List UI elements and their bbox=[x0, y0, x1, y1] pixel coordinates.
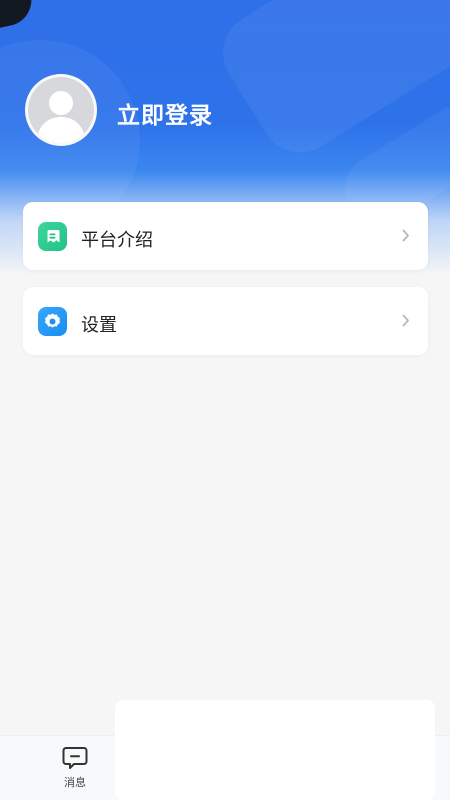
gear-icon bbox=[38, 307, 67, 336]
tab-label: 消息 bbox=[64, 776, 86, 789]
overlay-panel bbox=[115, 700, 435, 800]
avatar[interactable] bbox=[25, 74, 97, 146]
document-icon bbox=[38, 222, 67, 251]
menu-item-platform-intro[interactable]: 平台介绍 bbox=[23, 202, 428, 270]
menu-item-label: 设置 bbox=[81, 315, 117, 336]
chevron-right-icon bbox=[402, 314, 409, 327]
menu-item-settings[interactable]: 设置 bbox=[23, 287, 428, 355]
default-user-icon bbox=[36, 91, 86, 143]
chevron-right-icon bbox=[402, 229, 409, 242]
menu-item-label: 平台介绍 bbox=[81, 230, 153, 251]
login-link[interactable]: 立即登录 bbox=[117, 96, 213, 130]
profile-screen: 立即登录 平台介绍 设置 消息 bbox=[0, 0, 450, 800]
message-icon bbox=[62, 747, 88, 769]
tab-messages[interactable]: 消息 bbox=[45, 746, 105, 798]
